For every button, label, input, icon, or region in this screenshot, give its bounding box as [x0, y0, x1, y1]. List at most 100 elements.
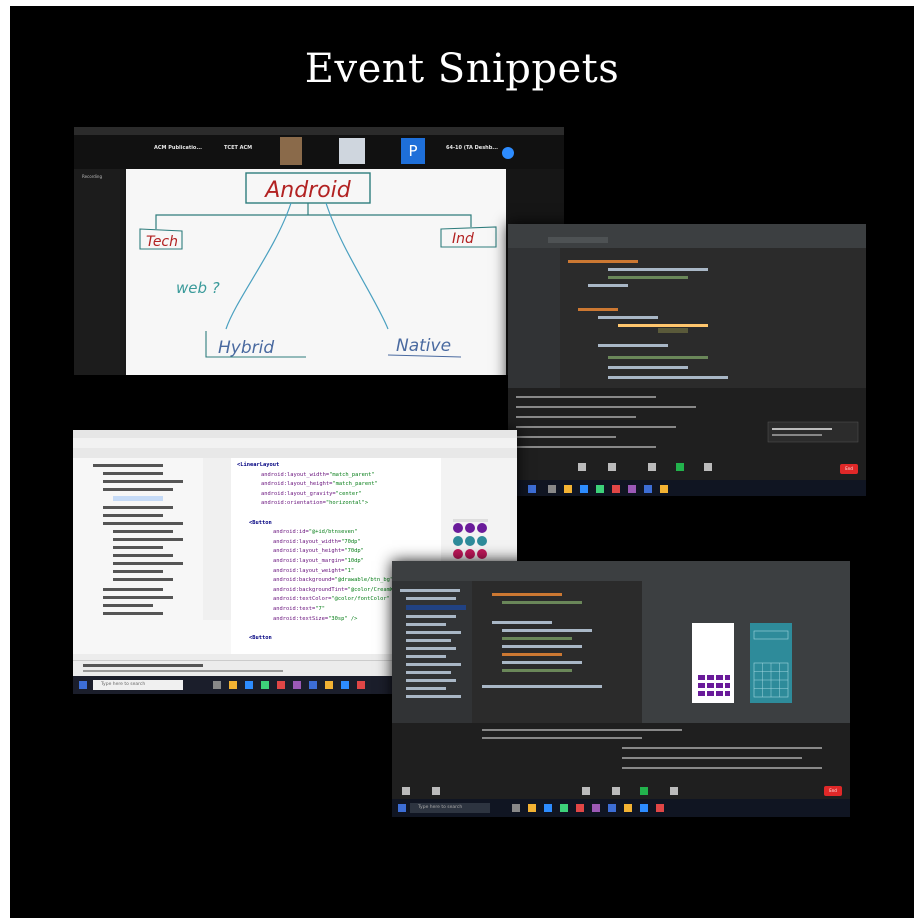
end-meeting-button[interactable]: End: [824, 786, 842, 796]
participant-video: [339, 138, 365, 164]
zoom-meeting-screenshot: ACM Publicatio... TCET ACM P 64-10 (TA D…: [74, 127, 564, 375]
xml-attribute: android:textColor=: [273, 596, 332, 603]
code-line: android:layout_margin="10dp": [273, 558, 364, 564]
whiteboard-drawing: Android Tech Ind web ? Hybrid Native: [139, 172, 497, 358]
xml-tag: <Button: [249, 519, 272, 526]
native-label: Native: [396, 336, 451, 356]
xml-attribute: android:layout_height=: [273, 548, 345, 555]
taskbar-app-icon[interactable]: [261, 681, 269, 689]
xml-value: "70dp": [344, 548, 364, 555]
next-page-icon[interactable]: [502, 147, 514, 159]
taskbar-app-icon[interactable]: [325, 681, 333, 689]
participant-name: 64-10 (TA Deshb...: [446, 145, 499, 151]
calculator-buttons: [698, 675, 730, 696]
xml-attribute: android:orientation=: [261, 500, 326, 507]
taskbar-app-icon[interactable]: [357, 681, 365, 689]
code-line: android:background="@drawable/btn_bg": [273, 577, 393, 583]
xml-value: "match_parent": [332, 481, 378, 488]
zoom-title-bar: [74, 127, 564, 135]
xml-value: "@color/fontColor": [331, 596, 390, 603]
tech-label: Tech: [146, 234, 178, 250]
taskbar-app-icon[interactable]: [560, 804, 568, 812]
ide-dark-editor: [508, 224, 866, 458]
participants-icon[interactable]: [582, 787, 590, 795]
taskbar-app-icon[interactable]: [512, 804, 520, 812]
taskbar-app-icon[interactable]: [564, 485, 572, 493]
xml-value: "30sp" />: [328, 615, 358, 622]
record-icon[interactable]: [704, 463, 712, 471]
xml-attribute: android:text=: [273, 606, 316, 612]
web-label: web ?: [176, 279, 220, 297]
xml-attribute: android:id=: [273, 529, 309, 536]
hybrid-label: Hybrid: [218, 338, 274, 358]
taskbar-app-icon[interactable]: [660, 485, 668, 493]
taskbar-app-icon[interactable]: [656, 804, 664, 812]
start-icon[interactable]: [79, 681, 87, 689]
taskbar-app-icon[interactable]: [341, 681, 349, 689]
share-screen-icon[interactable]: [676, 463, 684, 471]
xml-tag: <LinearLayout: [237, 462, 280, 468]
xml-value: "match_parent": [329, 471, 375, 478]
taskbar-app-icon[interactable]: [213, 681, 221, 689]
zoom-side-panel: Recording: [74, 169, 124, 375]
xml-attribute: android:layout_margin=: [273, 558, 345, 564]
xml-value: "7": [315, 606, 325, 612]
share-screen-icon[interactable]: [640, 787, 648, 795]
xml-value: "@drawable/btn_bg": [334, 577, 394, 584]
code-line: android:id="@+id/btnseven": [273, 529, 357, 535]
video-icon[interactable]: [432, 787, 440, 795]
code-line: <LinearLayout: [237, 462, 279, 468]
taskbar-app-icon[interactable]: [277, 681, 285, 689]
taskbar-search-input[interactable]: Type here to search: [410, 803, 490, 813]
chat-icon[interactable]: [612, 787, 620, 795]
taskbar-app-icon[interactable]: [580, 485, 588, 493]
taskbar-app-icon[interactable]: [592, 804, 600, 812]
taskbar-app-icon[interactable]: [548, 485, 556, 493]
taskbar-app-icon[interactable]: [576, 804, 584, 812]
xml-value: "70dp": [341, 538, 361, 545]
code-line: android:layout_width="match_parent": [261, 472, 375, 478]
android-label: Android: [263, 178, 352, 203]
page-title: Event Snippets: [304, 46, 620, 92]
taskbar-search-input[interactable]: Type here to search: [93, 680, 183, 690]
taskbar-app-icon[interactable]: [608, 804, 616, 812]
zoom-controls: End: [508, 458, 866, 480]
taskbar-app-icon[interactable]: [624, 804, 632, 812]
taskbar-app-icon[interactable]: [293, 681, 301, 689]
taskbar-app-icon[interactable]: [612, 485, 620, 493]
participant-avatar: P: [401, 138, 425, 164]
xml-attribute: android:layout_gravity=: [261, 490, 336, 497]
ind-label: Ind: [452, 231, 474, 247]
taskbar-app-icon[interactable]: [309, 681, 317, 689]
code-line: android:layout_weight="1": [273, 568, 354, 574]
dark-ide-screenshot: End: [508, 224, 866, 496]
taskbar-app-icon[interactable]: [644, 485, 652, 493]
windows-taskbar: Type here to search: [392, 799, 850, 817]
xml-value: "horizontal">: [325, 500, 369, 507]
taskbar-app-icon[interactable]: [640, 804, 648, 812]
chat-icon[interactable]: [648, 463, 656, 471]
code-line: <Button: [249, 520, 272, 526]
tree-branch: [155, 214, 472, 229]
start-icon[interactable]: [398, 804, 406, 812]
taskbar-app-icon[interactable]: [544, 804, 552, 812]
taskbar-app-icon[interactable]: [229, 681, 237, 689]
taskbar-app-icon[interactable]: [628, 485, 636, 493]
code-line: <Button: [249, 635, 272, 641]
start-icon[interactable]: [528, 485, 536, 493]
mute-icon[interactable]: [578, 463, 586, 471]
taskbar-app-icon[interactable]: [528, 804, 536, 812]
taskbar-app-icon[interactable]: [245, 681, 253, 689]
code-line: android:layout_gravity="center": [261, 491, 362, 497]
code-line: android:layout_width="70dp": [273, 539, 361, 545]
participants-icon[interactable]: [608, 463, 616, 471]
code-line: android:layout_height="match_parent": [261, 481, 378, 487]
participant-name: ACM Publicatio...: [154, 145, 203, 151]
code-line: android:textColor="@color/fontColor": [273, 596, 390, 602]
record-icon[interactable]: [670, 787, 678, 795]
xml-attribute: android:layout_weight=: [273, 567, 345, 574]
mute-icon[interactable]: [402, 787, 410, 795]
participant-name: TCET ACM: [224, 145, 253, 151]
taskbar-app-icon[interactable]: [596, 485, 604, 493]
end-meeting-button[interactable]: End: [840, 464, 858, 474]
